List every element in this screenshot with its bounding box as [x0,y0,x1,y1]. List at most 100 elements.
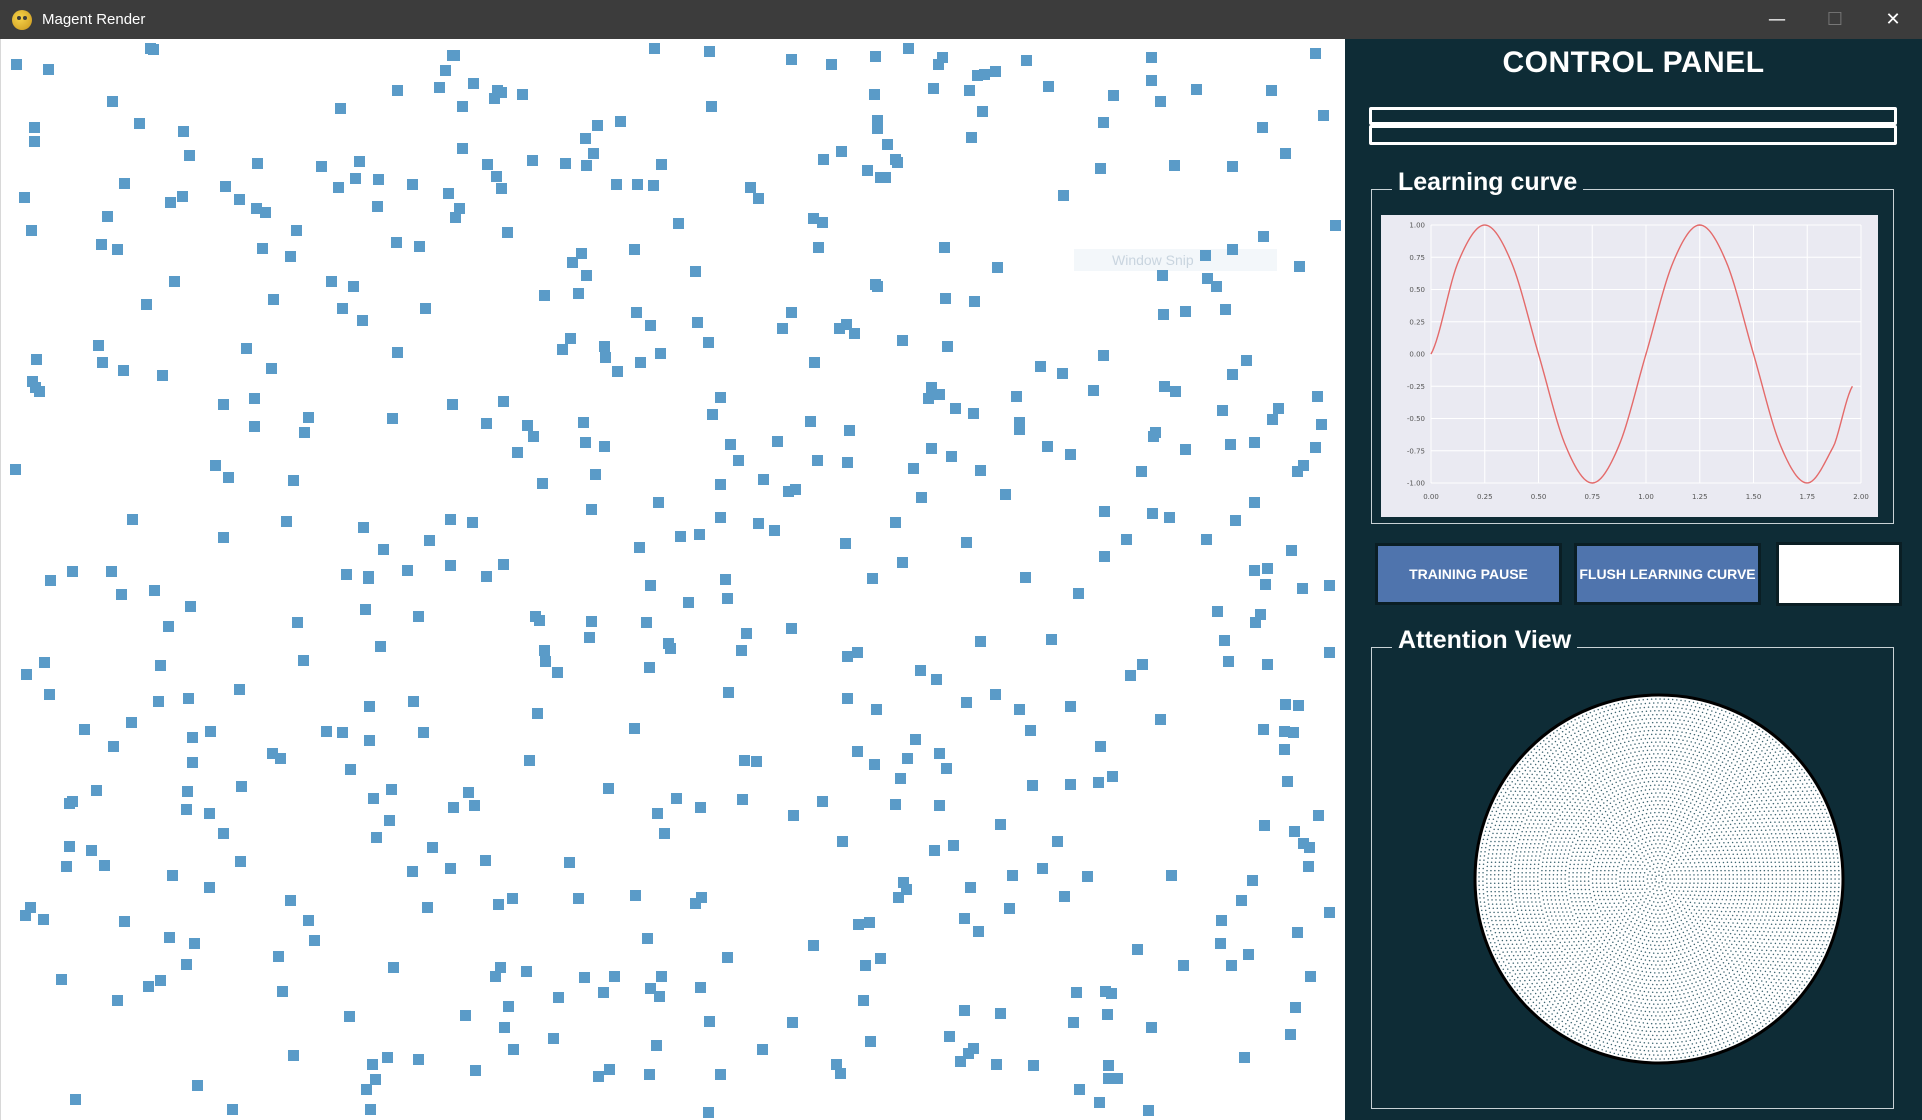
attention-dot [1735,907,1737,909]
attention-dot [1628,903,1630,905]
attention-dot [1545,948,1547,950]
blank-input-box[interactable] [1776,542,1902,606]
attention-dot [1669,915,1672,918]
attention-dot [1648,848,1651,850]
attention-dot [1740,778,1743,781]
attention-dot [1585,766,1588,769]
minimize-button[interactable]: — [1748,0,1806,39]
attention-dot [1630,796,1632,799]
attention-dot [1526,947,1528,949]
attention-dot [1556,919,1559,921]
attention-dot [1554,816,1556,818]
attention-dot [1527,827,1529,829]
attention-dot [1627,860,1630,862]
attention-dot [1742,837,1745,839]
attention-dot [1734,1001,1737,1003]
agent-marker [867,573,878,584]
attention-dot [1626,815,1629,817]
render-canvas[interactable]: Window Snip [0,39,1345,1120]
attention-dot [1716,1002,1718,1004]
attention-dot [1763,890,1765,893]
attention-dot [1666,920,1669,922]
attention-dot [1609,853,1611,856]
attention-dot [1518,917,1521,920]
attention-dot [1711,890,1714,893]
attention-dot [1656,991,1658,994]
attention-dot [1580,888,1583,891]
attention-dot [1638,880,1641,882]
attention-dot [1548,882,1551,884]
attention-dot [1740,914,1742,917]
attention-dot [1756,829,1758,832]
attention-dot [1608,890,1611,893]
attention-dot [1635,1025,1637,1027]
attention-dot [1727,793,1730,796]
attention-dot [1562,775,1564,777]
attention-dot [1728,874,1731,876]
attention-dot [1639,990,1641,992]
close-button[interactable]: ✕ [1864,0,1922,39]
attention-dot [1659,800,1661,802]
attention-dot [1802,886,1805,889]
attention-dot [1716,762,1718,765]
attention-dot [1596,919,1599,922]
attention-dot [1714,906,1716,908]
agent-marker [368,793,379,804]
attention-dot [1644,959,1647,961]
attention-dot [1591,855,1594,857]
attention-dot [1765,899,1768,901]
attention-dot [1768,853,1771,855]
agent-marker [358,522,369,533]
agent-marker [939,242,950,253]
attention-dot [1599,804,1602,807]
attention-dot [1569,837,1571,839]
agent-marker [44,689,55,700]
attention-dot [1628,810,1631,812]
attention-dot [1580,876,1582,878]
attention-dot [1790,915,1792,918]
attention-dot [1580,867,1583,870]
attention-dot [1603,778,1606,781]
attention-dot [1589,787,1592,790]
attention-dot [1637,941,1640,944]
agent-marker [890,517,901,528]
attention-dot [1583,792,1585,795]
attention-dot [1668,1026,1671,1029]
attention-dot [1564,849,1567,851]
attention-dot [1622,733,1625,736]
attention-dot [1663,905,1665,907]
attention-dot [1783,813,1785,816]
agent-marker [703,337,714,348]
attention-dot [1600,749,1602,752]
attention-dot [1724,965,1727,967]
attention-dot [1601,943,1604,945]
attention-dot [1662,811,1664,814]
attention-dot [1546,899,1549,901]
attention-dot [1619,876,1621,878]
attention-dot [1623,969,1625,972]
agent-marker [1225,439,1236,450]
attention-dot [1737,947,1740,950]
attention-dot [1747,907,1750,909]
attention-dot [1637,977,1639,980]
title-bar: Magent Render — ☐ ✕ [0,0,1922,39]
training-pause-button[interactable]: TRAINING PAUSE [1375,543,1562,605]
flush-learning-curve-button[interactable]: FLUSH LEARNING CURVE [1574,543,1761,605]
attention-dot [1547,853,1550,855]
agent-marker [864,917,875,928]
attention-dot [1548,978,1550,980]
agent-marker [812,455,823,466]
attention-dot [1793,939,1796,941]
attention-dot [1678,949,1680,952]
attention-dot [1616,836,1619,839]
attention-dot [1779,813,1781,816]
attention-dot [1671,998,1674,1001]
attention-dot [1562,911,1564,913]
attention-dot [1526,819,1528,821]
attention-dot [1684,830,1686,832]
attention-dot [1688,886,1690,889]
maximize-button[interactable]: ☐ [1806,0,1864,39]
attention-dot [1678,933,1681,935]
attention-dot [1736,841,1738,844]
agent-marker [665,643,676,654]
